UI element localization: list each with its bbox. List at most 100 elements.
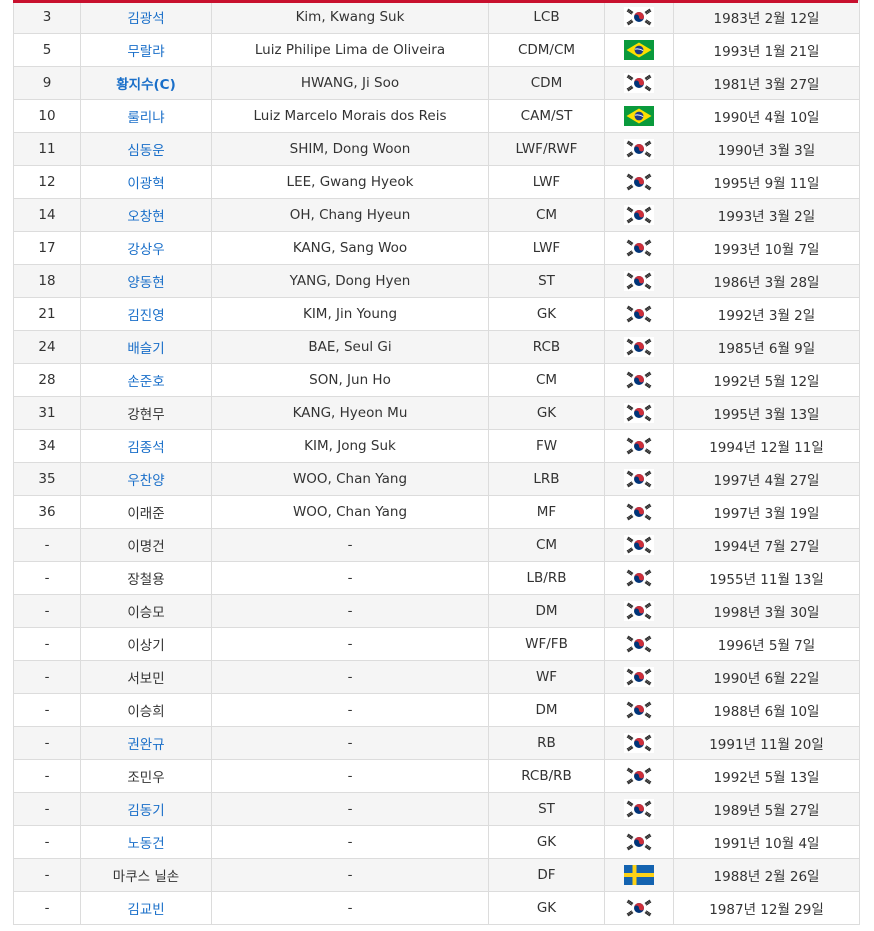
birth-date: 1990년 6월 22일 xyxy=(673,660,860,694)
korea-flag-icon xyxy=(624,271,654,291)
english-name: KANG, Sang Woo xyxy=(211,231,489,265)
position: CM xyxy=(488,363,605,397)
position: DM xyxy=(488,693,605,727)
squad-number: 14 xyxy=(13,198,81,232)
position: LB/RB xyxy=(488,561,605,595)
player-name-cell: 이광혁 xyxy=(80,165,212,199)
korea-flag-icon xyxy=(624,535,654,555)
position: CDM/CM xyxy=(488,33,605,67)
position: RB xyxy=(488,726,605,760)
korea-flag-icon xyxy=(624,799,654,819)
squad-number: 31 xyxy=(13,396,81,430)
player-name-cell: 우찬양 xyxy=(80,462,212,496)
table-row: - 김교빈 - GK 1987년 12월 29일 xyxy=(13,891,860,925)
table-row: 5 무랄랴 Luiz Philipe Lima de Oliveira CDM/… xyxy=(13,33,860,67)
korea-flag-icon xyxy=(624,139,654,159)
player-name-cell: 강상우 xyxy=(80,231,212,265)
player-name-cell: 황지수(C) xyxy=(80,66,212,100)
position: RCB xyxy=(488,330,605,364)
nationality-cell xyxy=(604,99,674,133)
english-name: WOO, Chan Yang xyxy=(211,495,489,529)
player-name-link[interactable]: 이광혁 xyxy=(127,176,164,192)
player-name-link[interactable]: 무랄랴 xyxy=(127,44,164,60)
player-name-cell: 김종석 xyxy=(80,429,212,463)
birth-date: 1991년 11월 20일 xyxy=(673,726,860,760)
korea-flag-icon xyxy=(624,733,654,753)
korea-flag-icon xyxy=(624,700,654,720)
table-row: 14 오창현 OH, Chang Hyeun CM 1993년 3월 2일 xyxy=(13,198,860,232)
korea-flag-icon xyxy=(624,766,654,786)
nationality-cell xyxy=(604,825,674,859)
korea-flag-icon xyxy=(624,634,654,654)
squad-number: 10 xyxy=(13,99,81,133)
position: GK xyxy=(488,891,605,925)
english-name: KIM, Jong Suk xyxy=(211,429,489,463)
squad-number: 35 xyxy=(13,462,81,496)
player-name-link[interactable]: 황지수(C) xyxy=(116,77,176,93)
player-name-link[interactable]: 김교빈 xyxy=(127,902,164,918)
player-name-link[interactable]: 우찬양 xyxy=(127,473,164,489)
table-row: 31 강현무 KANG, Hyeon Mu GK 1995년 3월 13일 xyxy=(13,396,860,430)
position: WF xyxy=(488,660,605,694)
squad-number: 34 xyxy=(13,429,81,463)
player-name-link[interactable]: 배슬기 xyxy=(127,341,164,357)
position: GK xyxy=(488,396,605,430)
player-name-link[interactable]: 룰리냐 xyxy=(127,110,164,126)
birth-date: 1981년 3월 27일 xyxy=(673,66,860,100)
table-row: 35 우찬양 WOO, Chan Yang LRB 1997년 4월 27일 xyxy=(13,462,860,496)
player-name-link[interactable]: 강상우 xyxy=(127,242,164,258)
birth-date: 1993년 3월 2일 xyxy=(673,198,860,232)
english-name: - xyxy=(211,891,489,925)
player-name: 이승모 xyxy=(127,605,165,621)
player-name: 이승희 xyxy=(127,704,165,720)
player-name-link[interactable]: 김동기 xyxy=(127,803,164,819)
birth-date: 1998년 3월 30일 xyxy=(673,594,860,628)
player-name-cell: 김광석 xyxy=(80,0,212,34)
player-name-link[interactable]: 노동건 xyxy=(127,836,164,852)
korea-flag-icon xyxy=(624,73,654,93)
player-name-link[interactable]: 김종석 xyxy=(127,440,164,456)
position: CDM xyxy=(488,66,605,100)
player-name: 장철용 xyxy=(127,572,165,588)
player-name-link[interactable]: 심동운 xyxy=(127,143,164,159)
player-name-link[interactable]: 김진영 xyxy=(127,308,164,324)
position: FW xyxy=(488,429,605,463)
korea-flag-icon xyxy=(624,370,654,390)
nationality-cell xyxy=(604,330,674,364)
position: DM xyxy=(488,594,605,628)
player-name-cell: 권완규 xyxy=(80,726,212,760)
table-row: - 마쿠스 닐손 - DF 1988년 2월 26일 xyxy=(13,858,860,892)
squad-table-body: 3 김광석 Kim, Kwang Suk LCB 1983년 2월 12일 5 … xyxy=(13,0,860,925)
player-name-link[interactable]: 양동현 xyxy=(127,275,164,291)
player-name-cell: 김교빈 xyxy=(80,891,212,925)
korea-flag-icon xyxy=(624,304,654,324)
player-name-link[interactable]: 김광석 xyxy=(127,11,164,27)
birth-date: 1988년 6월 10일 xyxy=(673,693,860,727)
player-name-link[interactable]: 권완규 xyxy=(127,737,164,753)
player-name-cell: 이상기 xyxy=(80,627,212,661)
player-name-link[interactable]: 손준호 xyxy=(127,374,164,390)
squad-number: - xyxy=(13,858,81,892)
table-row: 11 심동운 SHIM, Dong Woon LWF/RWF 1990년 3월 … xyxy=(13,132,860,166)
player-name-cell: 노동건 xyxy=(80,825,212,859)
table-row: - 김동기 - ST 1989년 5월 27일 xyxy=(13,792,860,826)
english-name: - xyxy=(211,759,489,793)
nationality-cell xyxy=(604,660,674,694)
english-name: LEE, Gwang Hyeok xyxy=(211,165,489,199)
sweden-flag-icon xyxy=(624,865,654,885)
squad-number: - xyxy=(13,825,81,859)
birth-date: 1987년 12월 29일 xyxy=(673,891,860,925)
squad-table: 3 김광석 Kim, Kwang Suk LCB 1983년 2월 12일 5 … xyxy=(13,0,860,925)
player-name: 조민우 xyxy=(127,770,165,786)
english-name: - xyxy=(211,825,489,859)
position: CM xyxy=(488,198,605,232)
english-name: SON, Jun Ho xyxy=(211,363,489,397)
english-name: - xyxy=(211,792,489,826)
table-top-accent-line xyxy=(13,0,858,3)
table-row: - 노동건 - GK 1991년 10월 4일 xyxy=(13,825,860,859)
player-name-cell: 손준호 xyxy=(80,363,212,397)
nationality-cell xyxy=(604,627,674,661)
nationality-cell xyxy=(604,33,674,67)
player-name-cell: 무랄랴 xyxy=(80,33,212,67)
player-name-link[interactable]: 오창현 xyxy=(127,209,164,225)
